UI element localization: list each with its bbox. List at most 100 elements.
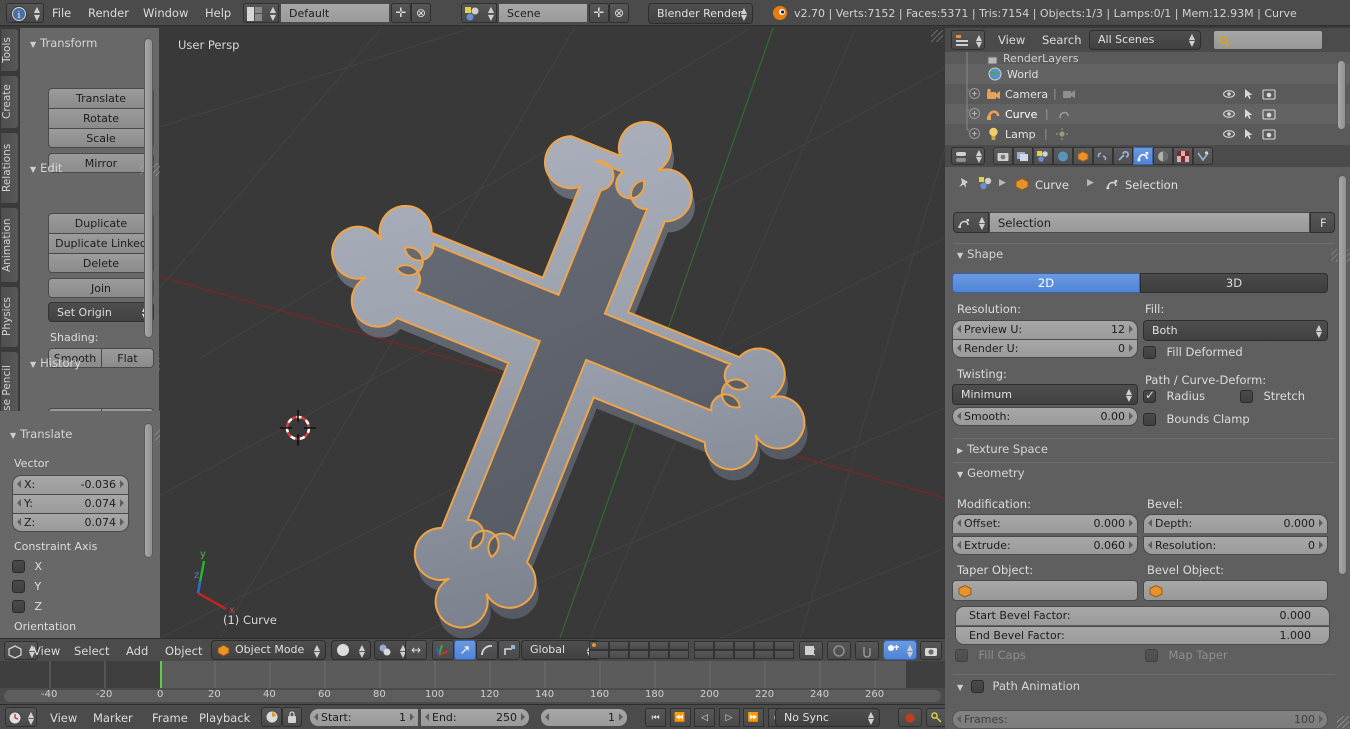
checkbox-fill-caps[interactable]	[955, 648, 968, 662]
record-button[interactable]	[898, 708, 922, 727]
render-preview-button[interactable]	[827, 641, 851, 660]
expand-toggle-icon[interactable]: +	[969, 128, 980, 139]
menu-file[interactable]: File	[52, 6, 71, 20]
viewport-menu-object[interactable]: Object	[165, 644, 202, 658]
scene-icon[interactable]	[979, 177, 993, 191]
left-arrow-icon[interactable]	[957, 325, 961, 333]
camera-render-icon[interactable]	[1262, 108, 1276, 120]
clip-button[interactable]	[855, 641, 879, 660]
left-arrow-icon[interactable]	[545, 713, 549, 721]
timeline-editor-type-selector[interactable]: ▲ ▼	[5, 707, 37, 727]
blender-logo-button[interactable]: i ▲ ▼	[6, 3, 44, 23]
add-layout-button[interactable]: ✛	[391, 3, 411, 23]
camera-render-icon[interactable]	[1262, 88, 1276, 100]
tab-physics[interactable]	[1193, 147, 1213, 165]
properties-scrollbar-thumb[interactable]	[1338, 175, 1347, 575]
screen-layout-selector[interactable]: ▲ ▼	[243, 3, 279, 23]
panel-header-history[interactable]: ▼ History	[30, 356, 182, 371]
datablock-name-field[interactable]: Selection	[989, 212, 1310, 233]
fake-user-button[interactable]: F	[1310, 212, 1335, 233]
stretch-row[interactable]: Stretch	[1240, 389, 1305, 403]
tab-object[interactable]	[1073, 147, 1093, 165]
tab-animation[interactable]: Animation	[1, 207, 19, 283]
twisting-dropdown[interactable]: Minimum ▲ ▼	[952, 384, 1138, 405]
viewport-menu-add[interactable]: Add	[126, 644, 148, 658]
right-arrow-icon[interactable]	[1129, 541, 1133, 549]
viewport-shading-dropdown[interactable]: ▲ ▼	[331, 640, 371, 660]
delete-layout-button[interactable]: ⊗	[411, 3, 431, 23]
last-operator-scrollbar-thumb[interactable]	[144, 423, 153, 558]
panel-header-transform[interactable]: ▼ Transform	[30, 36, 198, 51]
frame-end-field[interactable]: End: 250	[420, 708, 530, 727]
timeline-menu-view[interactable]: View	[50, 711, 77, 725]
render-engine-dropdown[interactable]: Blender Render ▲ ▼	[648, 3, 753, 24]
path-frames-field[interactable]: Frames: 100	[952, 710, 1328, 729]
auto-keyframe-button[interactable]	[261, 707, 282, 727]
current-frame-field[interactable]: 1	[540, 708, 628, 727]
timeline-ruler-area[interactable]: -40 -20 0 20 40 60 80 100 120 140 160 18…	[0, 661, 945, 704]
breadcrumb-data-name[interactable]: Selection	[1125, 178, 1178, 192]
layer-grid-second[interactable]	[694, 641, 794, 660]
viewport-menu-select[interactable]: Select	[74, 644, 109, 658]
panel-header-texture-space[interactable]: ▶ Texture Space	[957, 442, 1048, 456]
left-arrow-icon[interactable]	[957, 541, 961, 549]
tab-create[interactable]: Create	[1, 75, 19, 129]
tab-texture[interactable]	[1173, 147, 1193, 165]
properties-corner-widget[interactable]	[1337, 716, 1349, 728]
panel-header-translate[interactable]: ▼ Translate	[10, 427, 178, 442]
checkbox-bounds-clamp[interactable]	[1143, 412, 1156, 426]
translate-mode-button[interactable]: ↗	[454, 640, 476, 660]
manipulator-toggle-button[interactable]: ↔	[405, 640, 427, 660]
right-arrow-icon[interactable]	[619, 713, 623, 721]
constraint-axis-z[interactable]: Z	[12, 599, 42, 613]
eye-icon[interactable]	[1223, 108, 1235, 120]
left-arrow-icon[interactable]	[425, 713, 429, 721]
interaction-mode-dropdown[interactable]: Object Mode ▲ ▼	[211, 640, 326, 660]
right-arrow-icon[interactable]	[1129, 325, 1133, 333]
outliner-menu-view[interactable]: View	[998, 33, 1025, 47]
constraint-axis-x[interactable]: X	[12, 559, 42, 573]
tab-render-layers[interactable]	[1013, 147, 1033, 165]
add-scene-button[interactable]: ✛	[589, 3, 609, 23]
datablock-selector[interactable]: ▲ ▼	[953, 212, 989, 233]
outliner-display-mode-dropdown[interactable]: All Scenes ▲ ▼	[1089, 30, 1201, 50]
preview-u-field[interactable]: Preview U: 12	[952, 320, 1138, 339]
shape-dimension-2d-button[interactable]: 2D	[952, 273, 1140, 293]
bevel-object-field[interactable]	[1143, 580, 1328, 601]
button-mirror[interactable]: Mirror	[48, 153, 154, 173]
right-arrow-icon[interactable]	[1319, 715, 1323, 723]
outliner-row-renderlayers[interactable]: RenderLayers	[945, 52, 1350, 64]
right-arrow-icon[interactable]	[1129, 412, 1133, 420]
properties-scrollbar[interactable]	[1338, 175, 1347, 723]
translate-manipulator-button[interactable]	[432, 640, 454, 660]
delete-scene-button[interactable]: ⊗	[609, 3, 629, 23]
extrude-field[interactable]: Extrude: 0.060	[952, 536, 1138, 555]
right-arrow-icon[interactable]	[1319, 541, 1323, 549]
fill-deformed-row[interactable]: Fill Deformed	[1143, 345, 1243, 359]
cursor-arrow-icon[interactable]	[1243, 128, 1255, 140]
button-delete[interactable]: Delete	[48, 253, 154, 273]
timeline-menu-marker[interactable]: Marker	[93, 711, 133, 725]
sync-mode-dropdown[interactable]: No Sync ▲ ▼	[775, 708, 880, 727]
left-arrow-icon[interactable]	[314, 713, 318, 721]
end-bevel-factor-field[interactable]: End Bevel Factor: 1.000	[955, 626, 1330, 645]
tab-render[interactable]	[993, 147, 1013, 165]
snap-dropdown[interactable]: ▲ ▼	[883, 640, 917, 660]
object-cube-icon[interactable]	[1015, 178, 1029, 191]
left-arrow-icon[interactable]	[957, 344, 961, 352]
outliner-menu-search[interactable]: Search	[1042, 33, 1082, 47]
curve-data-icon[interactable]	[1105, 178, 1119, 191]
eye-icon[interactable]	[1223, 88, 1235, 100]
cursor-arrow-icon[interactable]	[1243, 88, 1255, 100]
constraint-axis-y[interactable]: Y	[12, 579, 41, 593]
jump-prev-keyframe-button[interactable]: ⏪	[669, 708, 691, 727]
tab-physics[interactable]: Physics	[1, 286, 19, 348]
outliner-row-lamp[interactable]: + Lamp |	[945, 124, 1350, 144]
taper-object-field[interactable]	[952, 580, 1138, 601]
left-arrow-icon[interactable]	[1148, 541, 1152, 549]
screen-layout-name-field[interactable]: Default	[280, 3, 390, 23]
right-arrow-icon[interactable]	[1129, 519, 1133, 527]
outliner-scrollbar-thumb[interactable]	[1337, 60, 1346, 130]
left-arrow-icon[interactable]	[17, 518, 21, 526]
outliner-search-input[interactable]	[1213, 30, 1323, 50]
